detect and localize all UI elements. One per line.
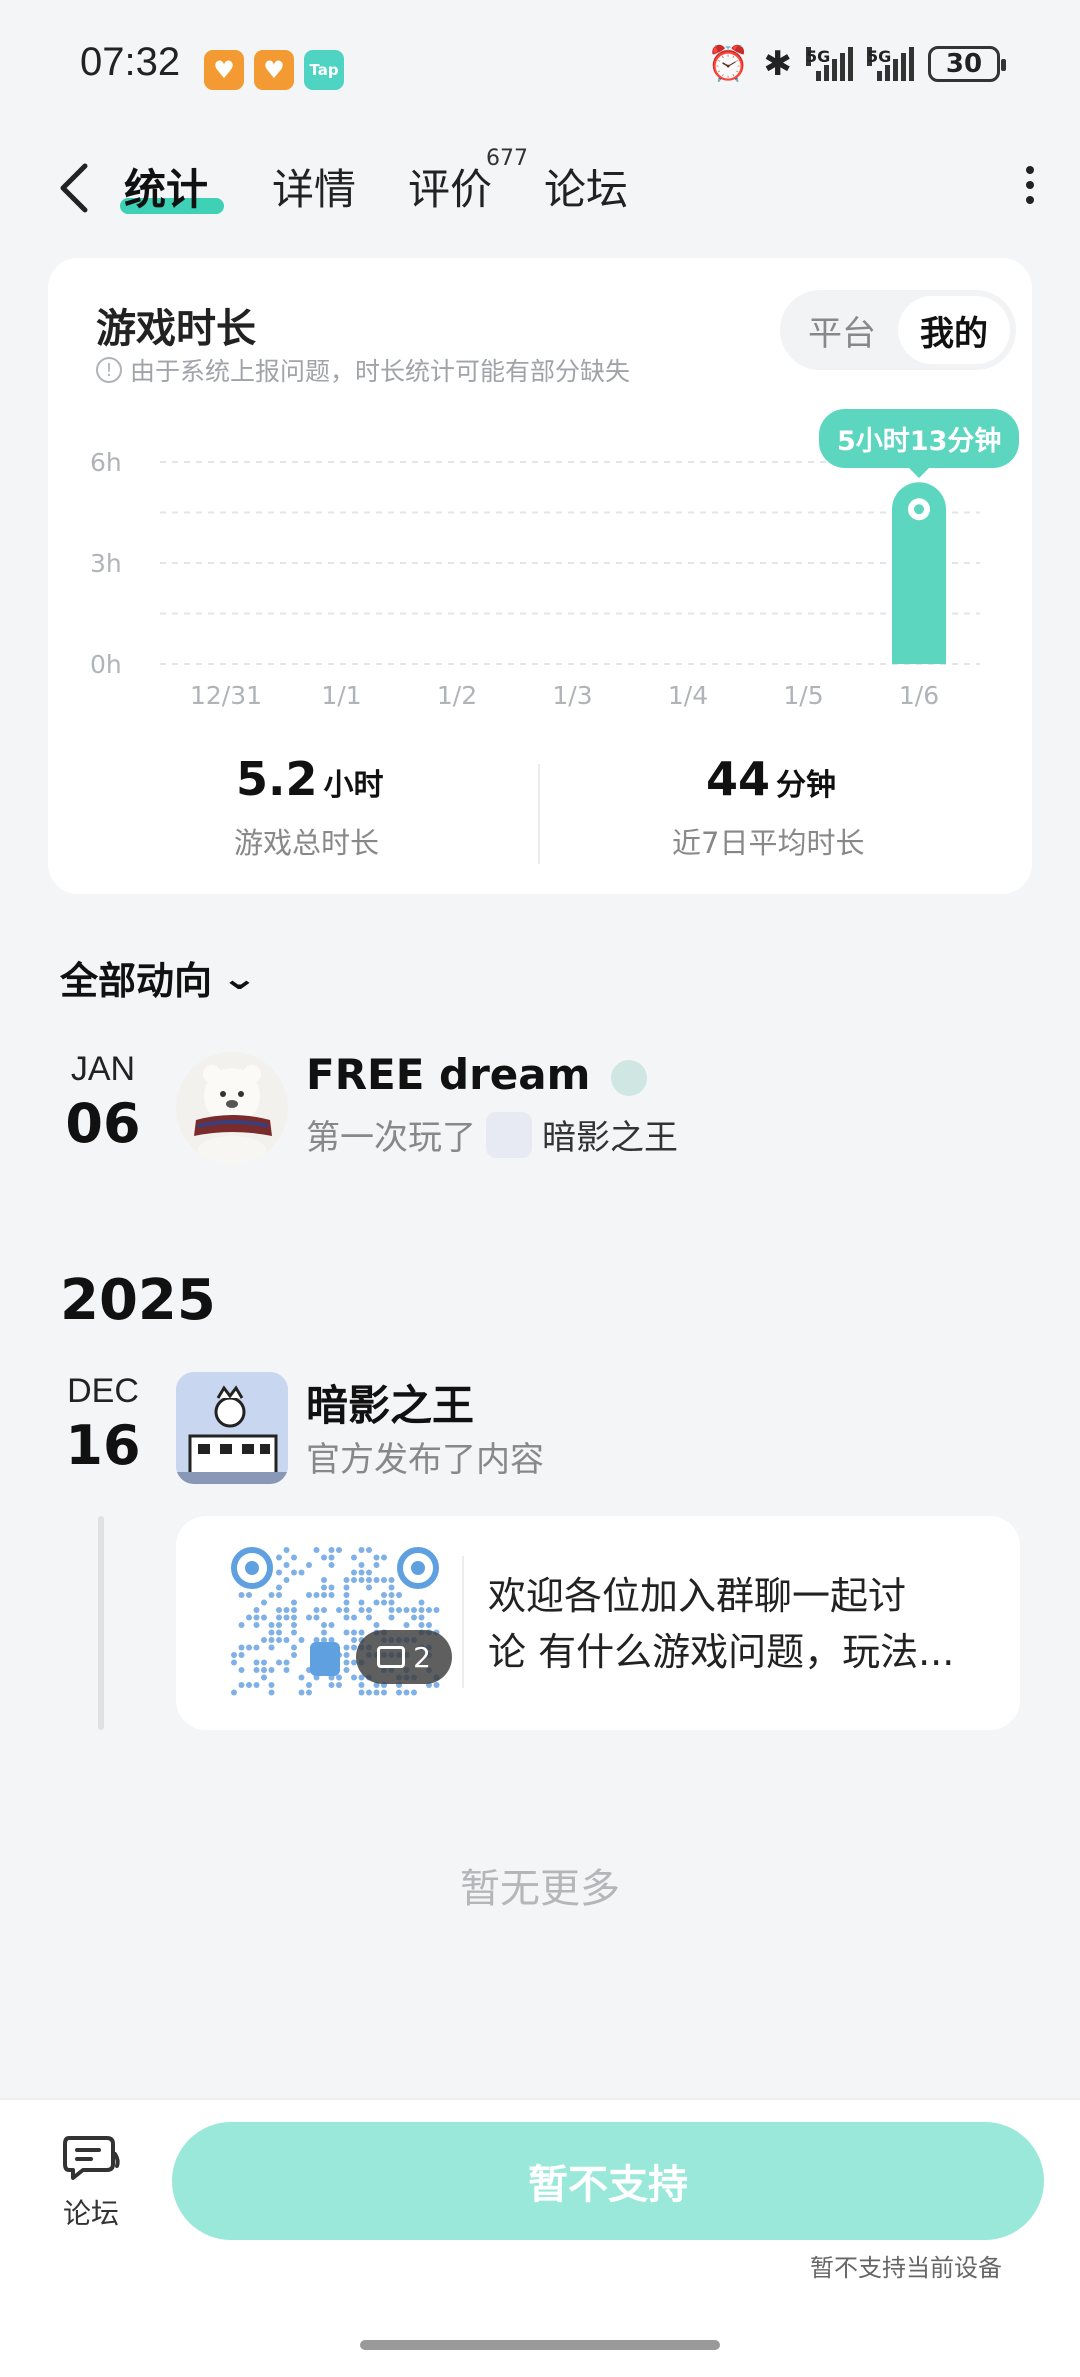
timeline-line [98,1516,104,1730]
image-count-badge: 2 [356,1630,452,1684]
post-excerpt: 欢迎各位加入群聊一起讨 论 有什么游戏问题，玩法... [488,1574,955,1674]
chevron-down-icon: ⌄ [220,958,259,997]
forum-chat-icon [63,2136,120,2180]
bar-value-label: 5小时13分钟 [819,409,1020,469]
publisher-name[interactable]: 暗影之王 [306,1372,474,1433]
x-tick-label: 1/6 [899,681,939,710]
image-icon [377,1646,406,1668]
entry-month: JAN [70,1050,136,1088]
bar-value-callout: 5小时13分钟 [819,409,1020,479]
y-tick-label: 0h [90,650,122,679]
app-notification-icon: ♥ [254,50,294,90]
avg-playtime-value: 44 分钟 [706,752,837,806]
more-options-icon[interactable] [1010,160,1050,210]
x-tick-label: 12/31 [190,681,262,710]
toggle-platform[interactable]: 平台 [786,296,898,364]
avg-playtime-label: 近7日平均时长 [672,826,865,860]
activity-description: 第一次玩了 暗影之王 [306,1110,678,1159]
home-indicator[interactable] [360,2340,720,2350]
entry-month: DEC [67,1372,139,1410]
download-unavailable-button[interactable]: 暂不支持 [172,2122,1044,2240]
y-tick-label: 6h [90,448,122,477]
post-divider [462,1556,464,1688]
year-heading: 2025 [60,1268,216,1333]
card-title: 游戏时长 [96,306,256,352]
tab-reviews[interactable]: 评价 [408,156,492,217]
x-tick-label: 1/3 [552,681,592,710]
status-icons: ⏰ ✱ 5G 5G 30 [707,44,1006,84]
note-text: 由于系统上报问题，时长统计可能有部分缺失 [130,357,631,386]
app-notification-icon: ♥ [204,50,244,90]
signal-icon: 5G [867,47,914,81]
total-playtime-label: 游戏总时长 [234,826,380,860]
tab-details[interactable]: 详情 [272,156,356,217]
toggle-mine[interactable]: 我的 [898,296,1010,364]
taptap-notification-icon: Tap [304,50,344,90]
activity-description: 官方发布了内容 [306,1440,544,1480]
game-link[interactable]: 暗影之王 [542,1110,678,1159]
back-icon[interactable] [44,152,104,224]
signal-icon: 5G [806,47,853,81]
device-hint: 暂不支持当前设备 [810,2254,1002,2282]
x-tick-label: 1/5 [783,681,823,710]
user-avatar[interactable] [176,1052,288,1164]
x-tick-label: 1/2 [437,681,477,710]
bluetooth-icon: ✱ [763,44,793,84]
forum-shortcut-button[interactable]: 论坛 [46,2132,136,2232]
alarm-icon: ⏰ [707,44,750,84]
end-of-list-text: 暂无更多 [460,1866,620,1912]
tab-forum[interactable]: 论坛 [544,156,628,217]
review-count-badge: 677 [486,146,528,171]
x-tick-label: 1/1 [321,681,361,710]
total-playtime-value: 5.2 小时 [236,752,384,806]
status-time: 07:32 [80,40,181,84]
stats-divider [538,764,540,864]
bar-marker-center [914,504,924,515]
x-tick-label: 1/4 [668,681,708,710]
activity-filter[interactable]: 全部动向 ⌄ [60,950,258,1005]
info-icon: ! [96,357,122,383]
user-name[interactable]: FREE dream [306,1050,648,1099]
battery-indicator: 30 [928,46,1006,82]
scope-toggle: 平台 我的 [780,290,1016,370]
game-thumbnail-icon [486,1111,532,1158]
activity-filter-label: 全部动向 [60,959,213,1003]
user-badge-icon [611,1059,648,1096]
forum-label: 论坛 [62,2197,119,2230]
tab-stats[interactable]: 统计 [124,156,208,217]
entry-day: 06 [65,1092,141,1155]
y-tick-label: 3h [90,549,122,578]
game-avatar[interactable] [176,1372,288,1484]
data-warning-note: ! 由于系统上报问题，时长统计可能有部分缺失 [96,352,630,388]
entry-day: 16 [65,1414,141,1477]
